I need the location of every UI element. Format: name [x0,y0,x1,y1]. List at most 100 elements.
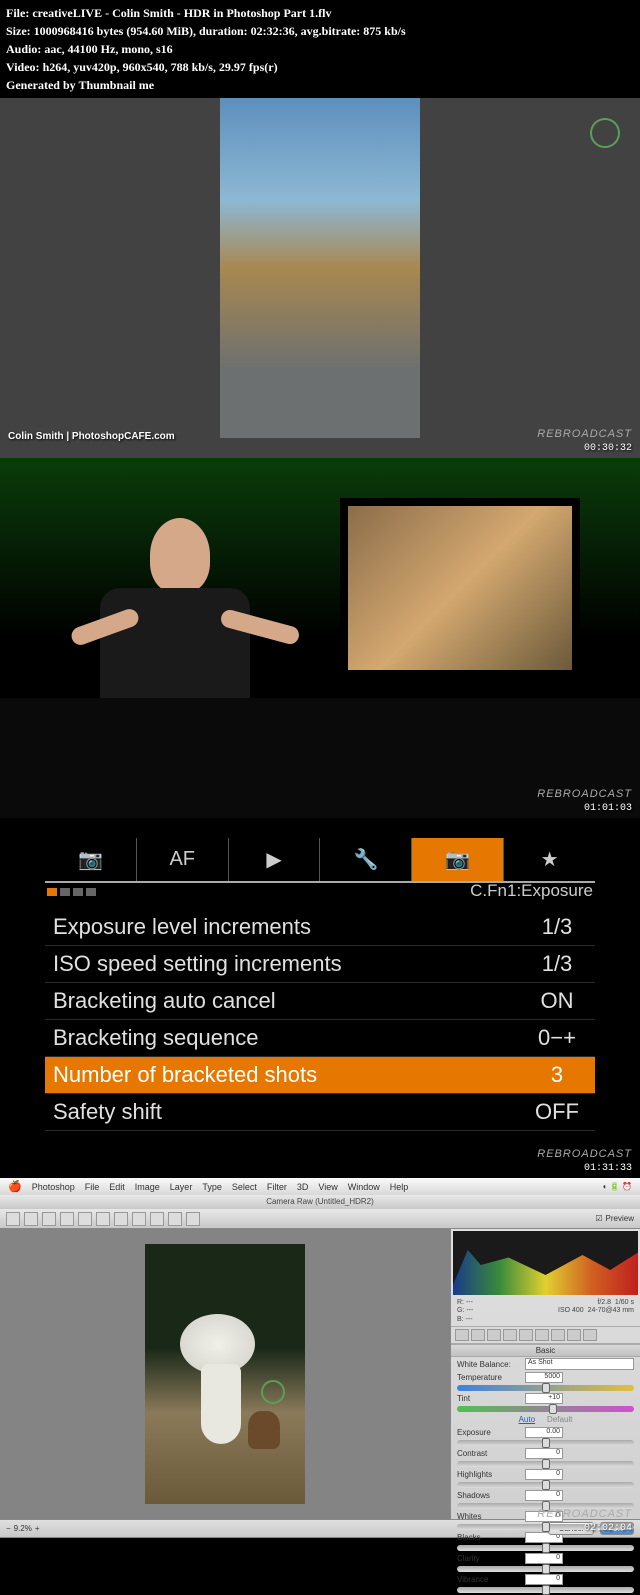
rebroadcast-watermark: REBROADCAST [537,1508,632,1520]
menu-layer[interactable]: Layer [170,1182,193,1192]
menu-help[interactable]: Help [390,1182,409,1192]
histogram[interactable] [453,1231,638,1295]
clarity-slider[interactable] [457,1566,634,1572]
thumbnail-frame-2: REBROADCAST 01:01:03 [0,458,640,818]
size-label: Size: [6,24,31,38]
camera-tab-custom[interactable]: 📷 [412,838,504,881]
camera-item-bracketing-cancel[interactable]: Bracketing auto cancelON [45,983,595,1020]
camera-item-bracketing-sequence[interactable]: Bracketing sequence0−+ [45,1020,595,1057]
thumbnail-frame-4: 🍎 Photoshop File Edit Image Layer Type S… [0,1178,640,1538]
clarity-value[interactable]: 0 [525,1553,563,1564]
vibrance-slider[interactable] [457,1587,634,1593]
menu-3d[interactable]: 3D [297,1182,309,1192]
camera-icon: 📷 [78,847,103,872]
camera-raw-panel: R: ---f/2.8 1/60 s G: ---ISO 400 24-70@4… [450,1229,640,1519]
exposure-value[interactable]: 0.00 [525,1427,563,1438]
menu-edit[interactable]: Edit [109,1182,125,1192]
menu-window[interactable]: Window [348,1182,380,1192]
camera-item-iso-increments[interactable]: ISO speed setting increments1/3 [45,946,595,983]
target-tool-icon[interactable] [78,1212,92,1226]
camera-item-exposure-increments[interactable]: Exposure level increments1/3 [45,909,595,946]
hsl-tab-icon[interactable] [503,1329,517,1341]
camera-tab-icon[interactable] [567,1329,581,1341]
stuffed-toy [248,1411,280,1449]
highlights-slider[interactable] [457,1482,634,1488]
white-balance-row: White Balance: As Shot [451,1357,640,1371]
thumbnail-frame-1: Colin Smith | PhotoshopCAFE.com REBROADC… [0,98,640,458]
timestamp: 01:01:03 [584,803,632,814]
white-balance-select[interactable]: As Shot [525,1358,634,1370]
auto-link[interactable]: Auto [519,1415,535,1424]
camera-menu-tabs: 📷 AF ▶ 🔧 📷 ★ [45,838,595,883]
basic-tab-icon[interactable] [455,1329,469,1341]
crop-tool-icon[interactable] [96,1212,110,1226]
timestamp: 01:31:33 [584,1163,632,1174]
file-label: File: [6,6,29,20]
detail-tab-icon[interactable] [487,1329,501,1341]
contrast-slider[interactable] [457,1461,634,1467]
menu-select[interactable]: Select [232,1182,257,1192]
camera-item-safety-shift[interactable]: Safety shiftOFF [45,1094,595,1131]
menu-view[interactable]: View [318,1182,337,1192]
window-title: Camera Raw (Untitled_HDR2) [0,1195,640,1209]
star-icon: ★ [541,847,559,872]
spot-tool-icon[interactable] [132,1212,146,1226]
tint-value[interactable]: +10 [525,1393,563,1404]
hand-tool-icon[interactable] [24,1212,38,1226]
menu-file[interactable]: File [85,1182,100,1192]
green-circle-cursor [261,1380,285,1404]
generated-by: Generated by Thumbnail me [6,76,634,94]
vase [201,1364,241,1444]
camera-tab-mymenu[interactable]: ★ [504,838,595,881]
file-value: creativeLIVE - Colin Smith - HDR in Phot… [32,6,331,20]
camera-item-bracketed-shots[interactable]: Number of bracketed shots3 [45,1057,595,1094]
tint-slider[interactable] [457,1406,634,1412]
camera-dot-icon: 📷 [445,847,470,872]
menubar-status-icons: ◐ 🔋 ⏰ [603,1182,632,1191]
camera-tab-setup[interactable]: 🔧 [320,838,412,881]
grad-tool-icon[interactable] [186,1212,200,1226]
video-label: Video: [6,60,40,74]
menu-image[interactable]: Image [135,1182,160,1192]
camera-tab-af[interactable]: AF [137,838,229,881]
preview-checkbox[interactable]: ☑ Preview [595,1214,634,1223]
basic-section-header: Basic [451,1344,640,1357]
color-sampler-icon[interactable] [60,1212,74,1226]
fx-tab-icon[interactable] [551,1329,565,1341]
menu-filter[interactable]: Filter [267,1182,287,1192]
camera-raw-canvas[interactable] [0,1229,450,1519]
audio-label: Audio: [6,42,41,56]
highlights-value[interactable]: 0 [525,1469,563,1480]
curve-tab-icon[interactable] [471,1329,485,1341]
temperature-value[interactable]: 5000 [525,1372,563,1383]
timestamp: 00:30:32 [584,443,632,454]
thumbnail-frame-3: 📷 AF ▶ 🔧 📷 ★ C.Fn1:Exposure Exposure lev… [0,818,640,1178]
apple-icon[interactable]: 🍎 [8,1180,22,1193]
lens-tab-icon[interactable] [535,1329,549,1341]
brush-tool-icon[interactable] [168,1212,182,1226]
skyscraper-image [220,98,420,438]
zoom-control[interactable]: −9.2%+ [6,1524,40,1533]
menu-photoshop[interactable]: Photoshop [32,1182,75,1192]
camera-section-title: C.Fn1:Exposure [45,877,595,909]
zoom-tool-icon[interactable] [6,1212,20,1226]
exposure-slider[interactable] [457,1440,634,1446]
presets-tab-icon[interactable] [583,1329,597,1341]
redeye-tool-icon[interactable] [150,1212,164,1226]
contrast-value[interactable]: 0 [525,1448,563,1459]
menu-type[interactable]: Type [202,1182,222,1192]
wb-tool-icon[interactable] [42,1212,56,1226]
play-icon: ▶ [266,847,281,872]
blacks-slider[interactable] [457,1545,634,1551]
wrench-icon: 🔧 [353,847,378,872]
auto-default-links: Auto Default [451,1413,640,1426]
camera-tab-shoot[interactable]: 📷 [45,838,137,881]
straighten-tool-icon[interactable] [114,1212,128,1226]
default-link[interactable]: Default [547,1415,572,1424]
camera-tab-play[interactable]: ▶ [229,838,321,881]
shadows-value[interactable]: 0 [525,1490,563,1501]
split-tab-icon[interactable] [519,1329,533,1341]
vibrance-value[interactable]: 0 [525,1574,563,1585]
temperature-slider[interactable] [457,1385,634,1391]
audio-value: aac, 44100 Hz, mono, s16 [44,42,172,56]
